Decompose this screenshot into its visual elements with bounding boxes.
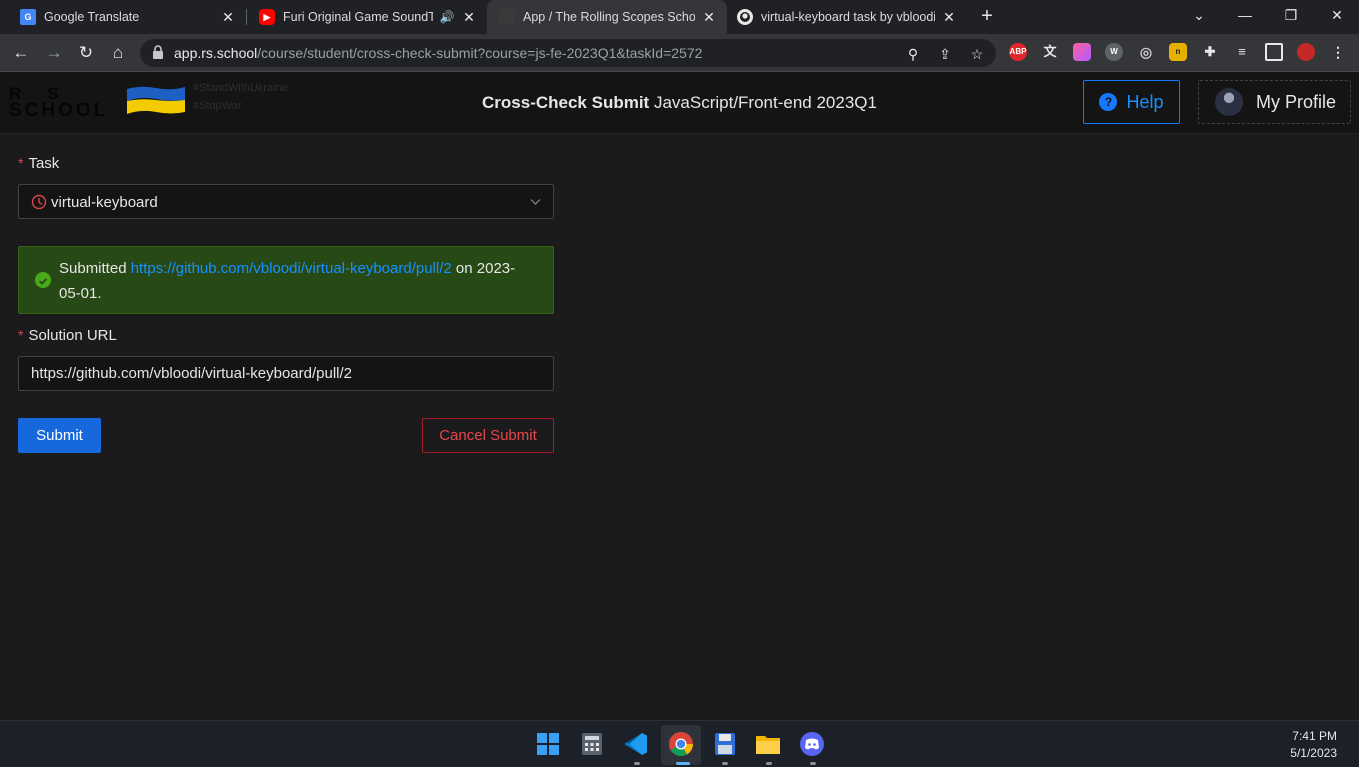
chrome-icon[interactable] — [666, 729, 696, 759]
adblock-label: ABP — [1009, 47, 1027, 56]
vscode-icon[interactable] — [621, 729, 651, 759]
browser-toolbar: ← → ↻ ⌂ app.rs.school/course/student/cro… — [0, 34, 1359, 72]
new-tab-button[interactable]: + — [976, 5, 998, 27]
my-profile-button[interactable]: My Profile — [1198, 80, 1351, 124]
page-title-course: JavaScript/Front-end 2023Q1 — [653, 93, 877, 112]
taskbar-time[interactable]: 7:41 PM — [1292, 729, 1337, 743]
discord-icon[interactable] — [797, 729, 827, 759]
profile-label: My Profile — [1256, 91, 1337, 112]
file-explorer-icon[interactable] — [753, 729, 783, 759]
home-button[interactable]: ⌂ — [107, 42, 129, 64]
browser-tab-strip: G Google Translate ✕ ▶ Furi Original Gam… — [0, 0, 1359, 34]
color-extension-icon[interactable] — [1073, 43, 1091, 61]
url-path: /course/student/cross-check-submit?cours… — [257, 45, 703, 61]
url-host: app.rs.school — [174, 45, 258, 61]
task-label-text: Task — [28, 155, 60, 172]
solution-url-input[interactable] — [18, 356, 554, 391]
tab-title: Google Translate — [44, 10, 140, 24]
close-icon[interactable]: ✕ — [701, 9, 717, 25]
compass-extension-icon[interactable]: ◎ — [1137, 43, 1155, 61]
restore-button[interactable]: ❐ — [1276, 4, 1306, 26]
bookmark-star-icon[interactable]: ☆ — [968, 45, 986, 63]
running-indicator — [634, 762, 640, 765]
close-icon[interactable]: ✕ — [941, 9, 957, 25]
url-text[interactable]: app.rs.school/course/student/cross-check… — [174, 45, 702, 61]
running-indicator — [810, 762, 816, 765]
running-indicator — [766, 762, 772, 765]
solution-url-label-text: Solution URL — [28, 327, 117, 344]
tab-rs-school[interactable]: App / The Rolling Scopes School ✕ — [487, 0, 727, 34]
puzzle-extensions-icon[interactable]: ✚ — [1201, 43, 1219, 61]
google-translate-icon: G — [20, 9, 36, 25]
profile-avatar-icon[interactable] — [1297, 43, 1315, 61]
alert-on: on — [455, 260, 473, 277]
task-select[interactable]: virtual-keyboard — [18, 184, 554, 219]
tab-title: App / The Rolling Scopes School — [523, 10, 695, 24]
back-button[interactable]: ← — [10, 42, 32, 64]
cancel-submit-button[interactable]: Cancel Submit — [422, 418, 554, 453]
close-window-button[interactable]: ✕ — [1322, 4, 1352, 26]
alert-prefix: Submitted — [59, 260, 127, 277]
clock-icon — [31, 194, 47, 210]
w-label: W — [1110, 47, 1118, 56]
adblock-extension-icon[interactable]: ABP — [1009, 43, 1027, 61]
calculator-icon[interactable] — [577, 729, 607, 759]
speaker-icon[interactable]: 🔊 — [439, 9, 455, 25]
submitted-pr-link[interactable]: https://github.com/vbloodi/virtual-keybo… — [131, 260, 452, 277]
w-extension-icon[interactable]: W — [1105, 43, 1123, 61]
close-icon[interactable]: ✕ — [461, 9, 477, 25]
side-panel-icon[interactable] — [1265, 43, 1283, 61]
minimize-button[interactable]: — — [1230, 4, 1260, 26]
app-header: RS SCHOOL #StandWithUkraine #StopWar Cro… — [0, 72, 1359, 134]
share-icon[interactable]: ⇪ — [936, 45, 954, 63]
required-mark: * — [18, 327, 24, 343]
windows-start-icon[interactable] — [533, 729, 563, 759]
taskbar-date[interactable]: 5/1/2023 — [1290, 746, 1337, 760]
page-title-main: Cross-Check Submit — [482, 93, 650, 112]
task-select-value: virtual-keyboard — [51, 194, 158, 211]
forward-button[interactable]: → — [43, 42, 65, 64]
tab-title: virtual-keyboard task by vbloodi — [761, 10, 935, 24]
save-disk-icon[interactable] — [710, 729, 740, 759]
solution-url-label: * Solution URL — [18, 327, 117, 344]
tab-google-translate[interactable]: G Google Translate ✕ — [0, 0, 246, 34]
github-icon — [737, 9, 753, 25]
running-indicator — [722, 762, 728, 765]
question-circle-icon: ? — [1099, 93, 1118, 111]
browser-menu-icon[interactable]: ⋮ — [1329, 43, 1347, 61]
windows-taskbar: 7:41 PM 5/1/2023 — [0, 720, 1359, 767]
tab-github[interactable]: virtual-keyboard task by vbloodi ✕ — [727, 0, 967, 34]
rs-school-icon — [499, 9, 515, 25]
tab-title: Furi Original Game SoundTra — [283, 10, 433, 24]
lock-icon[interactable] — [152, 45, 164, 59]
reload-button[interactable]: ↻ — [75, 42, 97, 64]
close-icon[interactable]: ✕ — [220, 9, 236, 25]
submit-button[interactable]: Submit — [18, 418, 101, 453]
tab-youtube[interactable]: ▶ Furi Original Game SoundTra 🔊 ✕ — [247, 0, 487, 34]
zoom-icon[interactable]: ⚲ — [904, 45, 922, 63]
help-button[interactable]: ? Help — [1083, 80, 1180, 124]
media-control-icon[interactable]: ≡ — [1233, 43, 1251, 61]
check-circle-icon — [35, 272, 51, 288]
avatar — [1215, 88, 1243, 116]
help-label: Help — [1126, 91, 1164, 112]
alert-message: Submitted https://github.com/vbloodi/vir… — [59, 256, 529, 306]
required-mark: * — [18, 155, 24, 171]
youtube-icon: ▶ — [259, 9, 275, 25]
active-app-indicator — [676, 762, 690, 765]
chevron-down-icon[interactable] — [530, 196, 541, 207]
tab-search-icon[interactable]: ⌄ — [1184, 4, 1214, 26]
translate-extension-icon[interactable]: 文 — [1041, 43, 1059, 61]
submission-success-alert: Submitted https://github.com/vbloodi/vir… — [18, 246, 554, 314]
task-label: * Task — [18, 155, 59, 172]
notes-extension-icon[interactable]: n — [1169, 43, 1187, 61]
address-bar[interactable]: app.rs.school/course/student/cross-check… — [140, 39, 996, 67]
